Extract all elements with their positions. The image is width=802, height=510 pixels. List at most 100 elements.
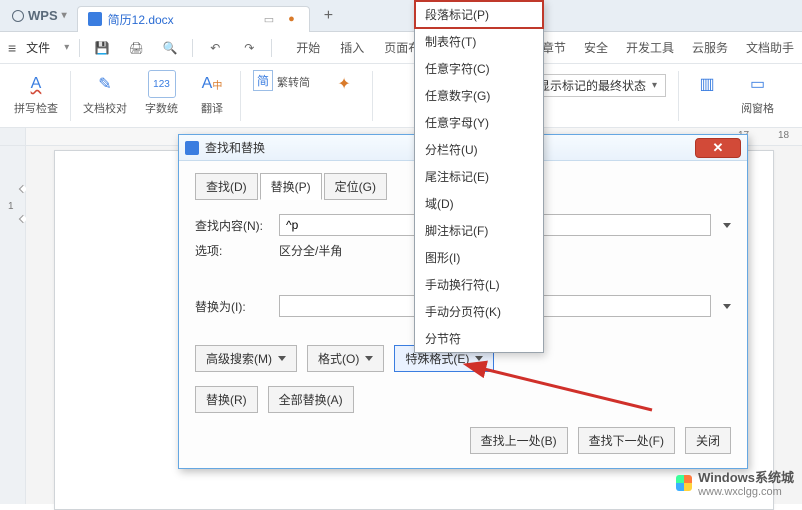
spellcheck-icon: A: [22, 70, 50, 98]
separator: [240, 71, 241, 121]
menu-item-section-break[interactable]: 分节符: [415, 325, 543, 352]
watermark: Windows系统城 www.wxclgg.com: [676, 467, 794, 498]
ribbon: A 拼写检查 ✎ 文档校对 123 字数统 A中 翻译 简 繁转简 ✦ 显示标记…: [0, 64, 802, 128]
tab-goto[interactable]: 定位(G): [324, 173, 387, 200]
find-prev-button[interactable]: 查找上一处(B): [470, 427, 568, 454]
separator: [372, 71, 373, 121]
dialog-close-button[interactable]: ✕: [695, 138, 741, 158]
menu-item-endnote-mark[interactable]: 尾注标记(E): [415, 163, 543, 190]
tab-doc-helper[interactable]: 文档助手: [746, 39, 794, 56]
separator: [271, 39, 272, 57]
redo-icon[interactable]: [237, 36, 261, 60]
ribbon-translate[interactable]: A中 翻译: [190, 68, 234, 118]
zh-convert-icon: 简: [253, 70, 273, 91]
doc-proof-icon: ✎: [91, 70, 119, 98]
options-value: 区分全/半角: [279, 242, 342, 259]
tab-find[interactable]: 查找(D): [195, 173, 258, 200]
menu-item-any-char[interactable]: 任意字符(C): [415, 55, 543, 82]
globe-icon: [12, 10, 24, 22]
special-icon: ✦: [330, 70, 358, 98]
dialog-icon: [185, 141, 199, 155]
tab-dirty-icon: ▭: [260, 13, 278, 26]
tab-replace[interactable]: 替换(P): [260, 173, 322, 200]
menu-item-manual-line[interactable]: 手动换行符(L): [415, 271, 543, 298]
separator: [678, 71, 679, 121]
title-bar: WPS ▾ 简历12.docx ▭ ● +: [0, 0, 802, 32]
menu-item-tab-char[interactable]: 制表符(T): [415, 28, 543, 55]
undo-icon[interactable]: [203, 36, 227, 60]
tab-home[interactable]: 开始: [296, 39, 320, 56]
menu-item-manual-page[interactable]: 手动分页符(K): [415, 298, 543, 325]
dialog-title: 查找和替换: [205, 139, 265, 156]
ruler-mark: 18: [778, 130, 789, 141]
ribbon-spellcheck[interactable]: A 拼写检查: [8, 68, 64, 118]
document-name: 简历12.docx: [108, 11, 174, 28]
file-menu-caret[interactable]: ▾: [64, 42, 69, 53]
wps-label: WPS: [28, 8, 58, 23]
menu-item-any-letter[interactable]: 任意字母(Y): [415, 109, 543, 136]
word-count-icon: 123: [148, 70, 176, 98]
save-icon[interactable]: [90, 36, 114, 60]
print-icon[interactable]: [124, 36, 148, 60]
annotation-arrow: [472, 360, 662, 423]
print-preview-icon[interactable]: [158, 36, 182, 60]
hamburger-icon[interactable]: ≡: [8, 40, 16, 56]
chevron-down-icon: [365, 356, 373, 361]
special-format-menu: 段落标记(P) 制表符(T) 任意字符(C) 任意数字(G) 任意字母(Y) 分…: [414, 0, 544, 353]
find-history-dropdown[interactable]: [723, 223, 731, 228]
chevron-down-icon: ▾: [652, 80, 657, 91]
doc-icon: [88, 12, 102, 26]
markup-display-value: 显示标记的最终状态: [538, 77, 646, 94]
find-next-button[interactable]: 查找下一处(F): [578, 427, 675, 454]
document-tab[interactable]: 简历12.docx ▭ ●: [77, 6, 310, 32]
watermark-logo-icon: [676, 475, 692, 491]
nav-pane-icon: ▥: [693, 70, 721, 98]
menu-item-any-digit[interactable]: 任意数字(G): [415, 82, 543, 109]
separator: [79, 39, 80, 57]
tab-insert[interactable]: 插入: [340, 39, 364, 56]
tab-restore-icon[interactable]: ●: [284, 13, 299, 25]
ribbon-word-count[interactable]: 123 字数统: [139, 68, 184, 118]
new-tab-button[interactable]: +: [314, 7, 343, 25]
close-button[interactable]: 关闭: [685, 427, 731, 454]
options-label: 选项:: [195, 242, 271, 259]
separator: [192, 39, 193, 57]
replace-with-label: 替换为(I):: [195, 298, 271, 315]
menu-item-paragraph-mark[interactable]: 段落标记(P): [414, 0, 544, 29]
file-menu[interactable]: 文件: [26, 39, 50, 56]
ribbon-trad-simp[interactable]: 简 繁转简: [247, 68, 316, 93]
markup-display-dropdown[interactable]: 显示标记的最终状态 ▾: [529, 74, 666, 97]
tab-cloud[interactable]: 云服务: [692, 39, 728, 56]
tab-security[interactable]: 安全: [584, 39, 608, 56]
watermark-url: www.wxclgg.com: [698, 486, 794, 498]
menu-item-field[interactable]: 域(D): [415, 190, 543, 217]
ribbon-tabs: 开始 插入 页面布局: [296, 39, 432, 56]
chevron-down-icon: [278, 356, 286, 361]
watermark-brand: Windows系统城: [698, 467, 794, 486]
ruler-corner: [0, 128, 26, 145]
chevron-down-icon[interactable]: ▾: [62, 10, 67, 21]
menu-row: ≡ 文件 ▾ 开始 插入 页面布局 章节 安全 开发工具 云服务 文档助手: [0, 32, 802, 64]
replace-button[interactable]: 替换(R): [195, 386, 258, 413]
separator: [70, 71, 71, 121]
replace-history-dropdown[interactable]: [723, 304, 731, 309]
wps-logo: WPS ▾: [6, 8, 73, 23]
translate-icon: A中: [198, 70, 226, 98]
ribbon-special[interactable]: ✦: [322, 68, 366, 100]
ribbon-view-pane[interactable]: ▭ 阅窗格: [735, 68, 780, 118]
format-button[interactable]: 格式(O): [307, 345, 384, 372]
ribbon-doc-proof[interactable]: ✎ 文档校对: [77, 68, 133, 118]
tab-chapter[interactable]: 章节: [542, 39, 566, 56]
menu-item-graphic[interactable]: 图形(I): [415, 244, 543, 271]
view-pane-icon: ▭: [744, 70, 772, 98]
menu-item-column-break[interactable]: 分栏符(U): [415, 136, 543, 163]
ribbon-right-tabs: 章节 安全 开发工具 云服务 文档助手: [542, 39, 794, 56]
ribbon-nav-pane[interactable]: ▥: [685, 68, 729, 100]
vertical-ruler: 1: [0, 146, 26, 504]
ruler-mark: 1: [8, 201, 14, 212]
find-content-label: 查找内容(N):: [195, 217, 271, 234]
tab-dev[interactable]: 开发工具: [626, 39, 674, 56]
replace-all-button[interactable]: 全部替换(A): [268, 386, 354, 413]
menu-item-footnote-mark[interactable]: 脚注标记(F): [415, 217, 543, 244]
advanced-search-button[interactable]: 高级搜索(M): [195, 345, 297, 372]
